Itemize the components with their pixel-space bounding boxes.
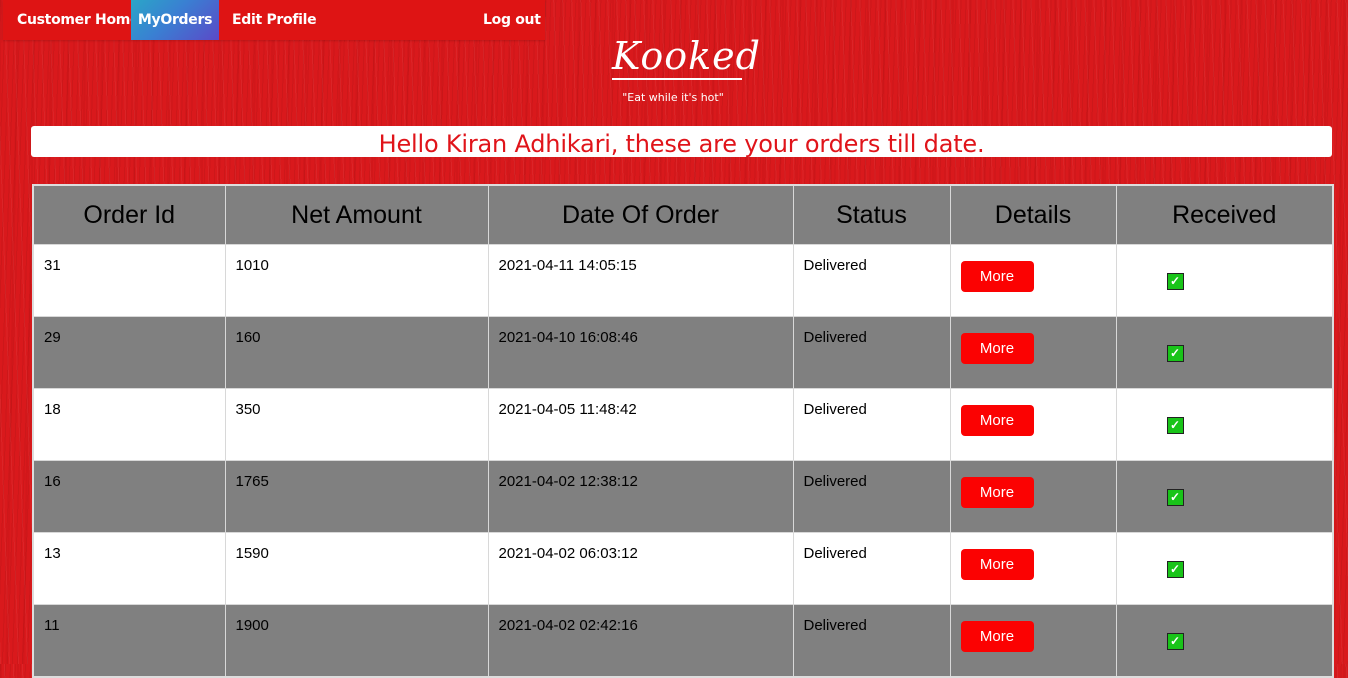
cell-net-amount: 1900 bbox=[224, 604, 489, 677]
more-button[interactable]: More bbox=[960, 405, 1034, 436]
table-row: 18 350 2021-04-05 11:48:42 Delivered Mor… bbox=[32, 388, 1334, 461]
cell-received: ✓ bbox=[1115, 532, 1334, 605]
table-header-row: Order Id Net Amount Date Of Order Status… bbox=[32, 184, 1334, 245]
header-order-id: Order Id bbox=[32, 184, 226, 245]
cell-received: ✓ bbox=[1115, 604, 1334, 677]
header-date-of-order: Date Of Order bbox=[487, 184, 794, 245]
cell-net-amount: 160 bbox=[224, 316, 489, 389]
header-net-amount: Net Amount bbox=[224, 184, 489, 245]
table-row: 29 160 2021-04-10 16:08:46 Delivered Mor… bbox=[32, 316, 1334, 389]
nav-my-orders[interactable]: MyOrders bbox=[131, 0, 219, 40]
orders-table: Order Id Net Amount Date Of Order Status… bbox=[32, 184, 1334, 678]
more-button[interactable]: More bbox=[960, 477, 1034, 508]
cell-net-amount: 350 bbox=[224, 388, 489, 461]
cell-status: Delivered bbox=[792, 388, 951, 461]
nav-customer-home[interactable]: Customer Home bbox=[3, 0, 152, 40]
table-row: 13 1590 2021-04-02 06:03:12 Delivered Mo… bbox=[32, 532, 1334, 605]
logo-underline bbox=[612, 78, 742, 80]
header-received: Received bbox=[1115, 184, 1334, 245]
cell-status: Delivered bbox=[792, 460, 951, 533]
header-details: Details bbox=[949, 184, 1117, 245]
table-row: 16 1765 2021-04-02 12:38:12 Delivered Mo… bbox=[32, 460, 1334, 533]
nav-edit-profile[interactable]: Edit Profile bbox=[232, 0, 317, 40]
more-button[interactable]: More bbox=[960, 261, 1034, 292]
cell-details: More bbox=[949, 388, 1117, 461]
cell-date: 2021-04-11 14:05:15 bbox=[487, 244, 794, 317]
cell-net-amount: 1010 bbox=[224, 244, 489, 317]
cell-order-id: 13 bbox=[32, 532, 226, 605]
cell-details: More bbox=[949, 532, 1117, 605]
cell-received: ✓ bbox=[1115, 244, 1334, 317]
cell-details: More bbox=[949, 604, 1117, 677]
more-button[interactable]: More bbox=[960, 549, 1034, 580]
cell-date: 2021-04-02 12:38:12 bbox=[487, 460, 794, 533]
cell-order-id: 16 bbox=[32, 460, 226, 533]
cell-net-amount: 1590 bbox=[224, 532, 489, 605]
more-button[interactable]: More bbox=[960, 333, 1034, 364]
greeting-banner: Hello Kiran Adhikari, these are your ord… bbox=[31, 126, 1332, 158]
checkbox-checked-icon[interactable]: ✓ bbox=[1166, 345, 1184, 362]
cell-status: Delivered bbox=[792, 316, 951, 389]
checkbox-checked-icon[interactable]: ✓ bbox=[1166, 489, 1184, 506]
cell-details: More bbox=[949, 244, 1117, 317]
checkbox-checked-icon[interactable]: ✓ bbox=[1166, 633, 1184, 650]
cell-details: More bbox=[949, 316, 1117, 389]
cell-status: Delivered bbox=[792, 244, 951, 317]
cell-status: Delivered bbox=[792, 604, 951, 677]
cell-received: ✓ bbox=[1115, 388, 1334, 461]
cell-order-id: 11 bbox=[32, 604, 226, 677]
checkbox-checked-icon[interactable]: ✓ bbox=[1166, 561, 1184, 578]
top-navbar: Customer Home MyOrders Edit Profile Log … bbox=[3, 0, 545, 40]
cell-received: ✓ bbox=[1115, 460, 1334, 533]
table-row: 11 1900 2021-04-02 02:42:16 Delivered Mo… bbox=[32, 604, 1334, 677]
table-row: 31 1010 2021-04-11 14:05:15 Delivered Mo… bbox=[32, 244, 1334, 317]
nav-logout[interactable]: Log out bbox=[483, 0, 541, 40]
cell-date: 2021-04-10 16:08:46 bbox=[487, 316, 794, 389]
cell-date: 2021-04-05 11:48:42 bbox=[487, 388, 794, 461]
cell-date: 2021-04-02 02:42:16 bbox=[487, 604, 794, 677]
cell-order-id: 18 bbox=[32, 388, 226, 461]
cell-net-amount: 1765 bbox=[224, 460, 489, 533]
cell-details: More bbox=[949, 460, 1117, 533]
cell-order-id: 31 bbox=[32, 244, 226, 317]
cell-date: 2021-04-02 06:03:12 bbox=[487, 532, 794, 605]
checkbox-checked-icon[interactable]: ✓ bbox=[1166, 273, 1184, 290]
cell-status: Delivered bbox=[792, 532, 951, 605]
cell-received: ✓ bbox=[1115, 316, 1334, 389]
header-status: Status bbox=[792, 184, 951, 245]
brand-tagline: "Eat while it's hot" bbox=[622, 91, 724, 104]
cell-order-id: 29 bbox=[32, 316, 226, 389]
brand-logo: Kooked bbox=[612, 26, 762, 86]
logo-text: Kooked bbox=[612, 34, 761, 78]
checkbox-checked-icon[interactable]: ✓ bbox=[1166, 417, 1184, 434]
more-button[interactable]: More bbox=[960, 621, 1034, 652]
